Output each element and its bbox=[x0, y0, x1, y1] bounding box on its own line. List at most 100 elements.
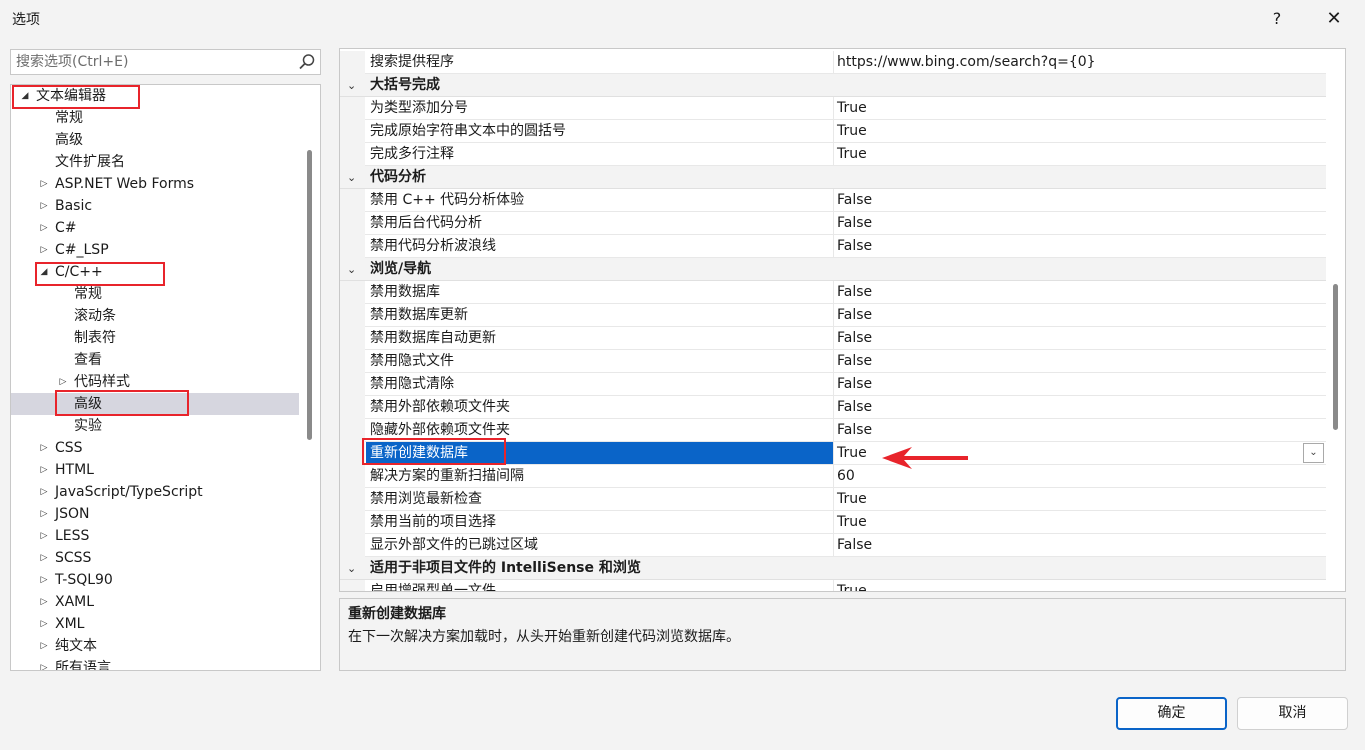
collapsed-arrow-icon[interactable]: ▷ bbox=[38, 525, 50, 547]
tree-item[interactable]: 常规 bbox=[11, 283, 299, 305]
grid-property-row[interactable]: 禁用数据库更新 False bbox=[340, 304, 1326, 327]
grid-property-row[interactable]: 解决方案的重新扫描间隔 60 bbox=[340, 465, 1326, 488]
tree-item[interactable]: ▷ C#_LSP bbox=[11, 239, 299, 261]
grid-property-row[interactable]: 禁用外部依赖项文件夹 False bbox=[340, 396, 1326, 419]
tree-item[interactable]: ◢ C/C++ bbox=[11, 261, 299, 283]
expanded-arrow-icon[interactable]: ◢ bbox=[19, 85, 31, 107]
property-value[interactable]: True bbox=[837, 442, 867, 465]
property-value[interactable]: False bbox=[837, 534, 872, 557]
chevron-down-icon[interactable]: ⌄ bbox=[347, 557, 356, 580]
grid-property-row[interactable]: 禁用隐式清除 False bbox=[340, 373, 1326, 396]
property-value[interactable]: False bbox=[837, 327, 872, 350]
collapsed-arrow-icon[interactable]: ▷ bbox=[38, 173, 50, 195]
collapsed-arrow-icon[interactable]: ▷ bbox=[38, 547, 50, 569]
tree-item[interactable]: ▷ 代码样式 bbox=[11, 371, 299, 393]
grid-property-row[interactable]: 禁用当前的项目选择 True bbox=[340, 511, 1326, 534]
tree-item[interactable]: ▷ JavaScript/TypeScript bbox=[11, 481, 299, 503]
grid-property-row[interactable]: 禁用隐式文件 False bbox=[340, 350, 1326, 373]
tree-item[interactable]: ▷ CSS bbox=[11, 437, 299, 459]
collapsed-arrow-icon[interactable]: ▷ bbox=[38, 503, 50, 525]
property-value[interactable]: True bbox=[837, 97, 867, 120]
close-button[interactable]: ✕ bbox=[1312, 4, 1356, 34]
tree-item[interactable]: ▷ 纯文本 bbox=[11, 635, 299, 657]
tree-item[interactable]: ▷ ASP.NET Web Forms bbox=[11, 173, 299, 195]
dropdown-button[interactable]: ⌄ bbox=[1303, 443, 1324, 463]
tree-item[interactable]: 查看 bbox=[11, 349, 299, 371]
property-value[interactable]: False bbox=[837, 189, 872, 212]
collapsed-arrow-icon[interactable]: ▷ bbox=[38, 657, 50, 670]
grid-property-row[interactable]: 完成原始字符串文本中的圆括号 True bbox=[340, 120, 1326, 143]
tree-item[interactable]: ▷ LESS bbox=[11, 525, 299, 547]
property-value[interactable]: False bbox=[837, 212, 872, 235]
grid-property-row[interactable]: 启用增强型单一文件 True bbox=[340, 580, 1326, 591]
tree-item[interactable]: 高级 bbox=[11, 129, 299, 151]
grid-category-row[interactable]: ⌄ 大括号完成 bbox=[340, 74, 1326, 97]
tree-item[interactable]: 实验 bbox=[11, 415, 299, 437]
tree-item[interactable]: ▷ SCSS bbox=[11, 547, 299, 569]
tree-item[interactable]: ▷ XAML bbox=[11, 591, 299, 613]
grid-property-row[interactable]: 禁用数据库自动更新 False bbox=[340, 327, 1326, 350]
collapsed-arrow-icon[interactable]: ▷ bbox=[38, 459, 50, 481]
tree-item[interactable]: ▷ C# bbox=[11, 217, 299, 239]
property-value[interactable]: False bbox=[837, 350, 872, 373]
property-value[interactable]: True bbox=[837, 488, 867, 511]
property-value[interactable]: False bbox=[837, 373, 872, 396]
grid-category-row[interactable]: ⌄ 代码分析 bbox=[340, 166, 1326, 189]
tree-scrollbar[interactable] bbox=[307, 150, 312, 440]
grid-category-row[interactable]: ⌄ 浏览/导航 bbox=[340, 258, 1326, 281]
ok-button[interactable]: 确定 bbox=[1116, 697, 1227, 730]
tree-item[interactable]: ▷ JSON bbox=[11, 503, 299, 525]
cancel-button[interactable]: 取消 bbox=[1237, 697, 1348, 730]
property-value[interactable]: https://www.bing.com/search?q={0} bbox=[837, 51, 1096, 74]
grid-property-row[interactable]: 重新创建数据库 True ⌄ bbox=[340, 438, 1326, 465]
chevron-down-icon[interactable]: ⌄ bbox=[347, 258, 356, 281]
property-value[interactable]: False bbox=[837, 396, 872, 419]
property-value[interactable]: False bbox=[837, 304, 872, 327]
tree-item[interactable]: ▷ 所有语言 bbox=[11, 657, 299, 670]
tree-item[interactable]: ◢ 文本编辑器 bbox=[11, 85, 299, 107]
grid-property-row[interactable]: 显示外部文件的已跳过区域 False bbox=[340, 534, 1326, 557]
grid-property-row[interactable]: 完成多行注释 True bbox=[340, 143, 1326, 166]
chevron-down-icon[interactable]: ⌄ bbox=[347, 74, 356, 97]
tree-item[interactable]: 滚动条 bbox=[11, 305, 299, 327]
grid-scrollbar[interactable] bbox=[1333, 284, 1338, 430]
collapsed-arrow-icon[interactable]: ▷ bbox=[38, 635, 50, 657]
chevron-down-icon[interactable]: ⌄ bbox=[347, 166, 356, 189]
grid-property-row[interactable]: 禁用 C++ 代码分析体验 False bbox=[340, 189, 1326, 212]
property-value[interactable]: True bbox=[837, 120, 867, 143]
grid-property-row[interactable]: 禁用数据库 False bbox=[340, 281, 1326, 304]
grid-property-row[interactable]: 为类型添加分号 True bbox=[340, 97, 1326, 120]
tree-item[interactable]: ▷ HTML bbox=[11, 459, 299, 481]
property-value[interactable]: True bbox=[837, 143, 867, 166]
property-value[interactable]: False bbox=[837, 235, 872, 258]
tree-item[interactable]: 高级 bbox=[11, 393, 299, 415]
collapsed-arrow-icon[interactable]: ▷ bbox=[38, 591, 50, 613]
property-value[interactable]: False bbox=[837, 281, 872, 304]
expanded-arrow-icon[interactable]: ◢ bbox=[38, 261, 50, 283]
property-value[interactable]: False bbox=[837, 419, 872, 442]
collapsed-arrow-icon[interactable]: ▷ bbox=[38, 239, 50, 261]
collapsed-arrow-icon[interactable]: ▷ bbox=[38, 613, 50, 635]
collapsed-arrow-icon[interactable]: ▷ bbox=[57, 371, 69, 393]
tree-item[interactable]: 常规 bbox=[11, 107, 299, 129]
tree-item[interactable]: 制表符 bbox=[11, 327, 299, 349]
collapsed-arrow-icon[interactable]: ▷ bbox=[38, 437, 50, 459]
grid-property-row[interactable]: 禁用代码分析波浪线 False bbox=[340, 235, 1326, 258]
collapsed-arrow-icon[interactable]: ▷ bbox=[38, 217, 50, 239]
collapsed-arrow-icon[interactable]: ▷ bbox=[38, 481, 50, 503]
help-button[interactable]: ? bbox=[1255, 4, 1299, 34]
property-value[interactable]: True bbox=[837, 511, 867, 534]
tree-item[interactable]: ▷ Basic bbox=[11, 195, 299, 217]
grid-property-row[interactable]: 搜索提供程序 https://www.bing.com/search?q={0} bbox=[340, 51, 1326, 74]
collapsed-arrow-icon[interactable]: ▷ bbox=[38, 569, 50, 591]
tree-item[interactable]: 文件扩展名 bbox=[11, 151, 299, 173]
search-icon[interactable] bbox=[298, 53, 316, 71]
grid-property-row[interactable]: 隐藏外部依赖项文件夹 False bbox=[340, 419, 1326, 442]
grid-category-row[interactable]: ⌄ 适用于非项目文件的 IntelliSense 和浏览 bbox=[340, 557, 1326, 580]
search-input[interactable] bbox=[11, 50, 291, 74]
collapsed-arrow-icon[interactable]: ▷ bbox=[38, 195, 50, 217]
grid-property-row[interactable]: 禁用后台代码分析 False bbox=[340, 212, 1326, 235]
tree-item[interactable]: ▷ XML bbox=[11, 613, 299, 635]
property-value[interactable]: 60 bbox=[837, 465, 855, 488]
tree-item[interactable]: ▷ T-SQL90 bbox=[11, 569, 299, 591]
